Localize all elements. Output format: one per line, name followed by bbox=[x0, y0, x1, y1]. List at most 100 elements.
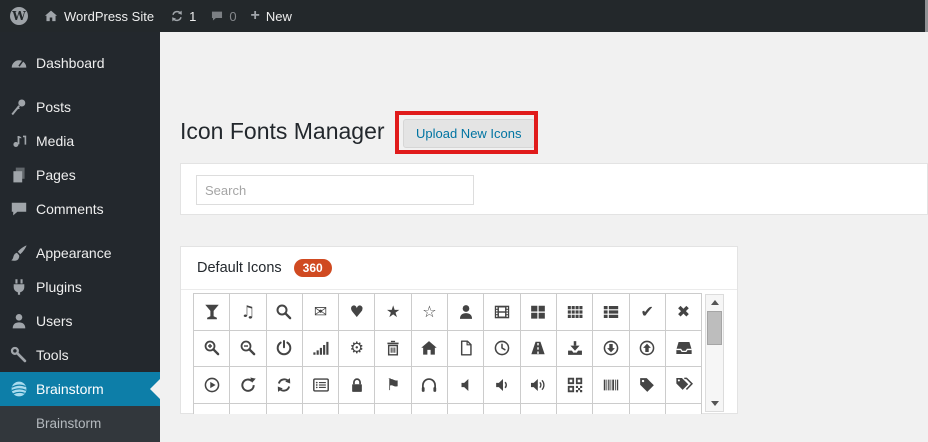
icon-cell-road[interactable] bbox=[520, 330, 557, 368]
icon-cell-film[interactable] bbox=[484, 294, 521, 331]
icon-cell-rotate-right[interactable] bbox=[230, 367, 267, 404]
icon-cell-clipped[interactable] bbox=[375, 403, 412, 414]
zoom-in-icon bbox=[203, 339, 221, 357]
icons-scrollbar[interactable] bbox=[705, 294, 724, 412]
sidebar-item-media[interactable]: Media bbox=[0, 124, 160, 158]
icon-cell-tags[interactable] bbox=[665, 367, 702, 404]
signal-bars-icon bbox=[312, 339, 330, 357]
envelope-icon: ✉ bbox=[313, 301, 328, 321]
admin-bar-site-link[interactable]: WordPress Site bbox=[44, 9, 154, 24]
icon-cell-search[interactable] bbox=[266, 294, 303, 331]
icon-cell-music-note[interactable]: ♫ bbox=[230, 294, 267, 331]
icon-cell-zoom-out[interactable] bbox=[230, 330, 267, 368]
icon-cell-gear[interactable]: ⚙ bbox=[339, 330, 376, 368]
icon-cell-clipped[interactable] bbox=[194, 403, 231, 414]
media-note-icon bbox=[9, 131, 29, 151]
icon-cell-clipped[interactable] bbox=[484, 403, 521, 414]
scroll-up-arrow[interactable] bbox=[710, 300, 719, 305]
sidebar-item-appearance[interactable]: Appearance bbox=[0, 236, 160, 270]
sidebar-item-comments[interactable]: Comments bbox=[0, 192, 160, 226]
icon-cell-clipped[interactable] bbox=[556, 403, 594, 414]
icon-cell-clock[interactable] bbox=[484, 330, 521, 368]
icon-cell-volume-low[interactable] bbox=[484, 367, 521, 404]
volume-high-icon bbox=[529, 376, 547, 394]
icon-count-badge: 360 bbox=[293, 259, 332, 277]
icon-cell-file[interactable] bbox=[448, 330, 485, 368]
brainstorm-swirl-icon bbox=[9, 379, 29, 399]
icon-cell-qr-code[interactable] bbox=[556, 367, 594, 404]
icon-cell-martini-glass[interactable] bbox=[194, 294, 231, 331]
sidebar-item-dashboard[interactable]: Dashboard bbox=[0, 46, 160, 80]
search-input[interactable] bbox=[196, 175, 474, 205]
volume-low-icon bbox=[493, 376, 511, 394]
road-icon bbox=[529, 339, 547, 357]
icon-cell-inbox[interactable] bbox=[665, 330, 702, 368]
icon-cell-star-filled[interactable]: ★ bbox=[375, 294, 412, 331]
icon-cell-clipped[interactable] bbox=[520, 403, 557, 414]
sidebar-item-tools[interactable]: Tools bbox=[0, 338, 160, 372]
comment-count: 0 bbox=[229, 8, 237, 24]
play-circle-icon bbox=[203, 376, 221, 394]
icon-cell-clipped[interactable] bbox=[448, 403, 485, 414]
sidebar-item-posts[interactable]: Posts bbox=[0, 90, 160, 124]
icon-cell-zoom-in[interactable] bbox=[194, 330, 231, 368]
icon-cell-clipped[interactable] bbox=[339, 403, 376, 414]
icon-cell-arrow-circle-up[interactable] bbox=[629, 330, 666, 368]
grid-small-icon bbox=[566, 303, 584, 321]
icon-cell-close[interactable]: ✖ bbox=[665, 294, 702, 331]
sidebar-item-label: Posts bbox=[36, 99, 72, 115]
icon-cell-heart[interactable]: ♥ bbox=[339, 294, 376, 331]
icon-cell-trash[interactable] bbox=[375, 330, 412, 368]
admin-bar-updates[interactable]: 1 bbox=[170, 9, 196, 24]
icon-cell-list-alt[interactable] bbox=[302, 367, 340, 404]
icon-cell-star-outline[interactable]: ☆ bbox=[411, 294, 449, 331]
home-icon bbox=[44, 9, 58, 23]
scroll-thumb[interactable] bbox=[707, 311, 722, 345]
scroll-down-arrow[interactable] bbox=[710, 401, 719, 406]
icon-cell-check[interactable]: ✔ bbox=[629, 294, 666, 331]
inbox-icon bbox=[675, 339, 693, 357]
icon-cell-clipped[interactable] bbox=[665, 403, 702, 414]
clock-icon bbox=[493, 339, 511, 357]
icon-cell-clipped[interactable] bbox=[302, 403, 340, 414]
wrench-icon bbox=[9, 345, 29, 365]
icon-cell-home[interactable] bbox=[411, 330, 449, 368]
icon-cell-signal-bars[interactable] bbox=[302, 330, 340, 368]
icon-cell-lock[interactable] bbox=[339, 367, 376, 404]
sidebar-item-plugins[interactable]: Plugins bbox=[0, 270, 160, 304]
icon-cell-clipped[interactable] bbox=[593, 403, 630, 414]
icon-cell-flag[interactable]: ⚑ bbox=[375, 367, 412, 404]
plus-icon: + bbox=[250, 7, 260, 24]
icon-cell-barcode[interactable] bbox=[593, 367, 630, 404]
sidebar-item-pages[interactable]: Pages bbox=[0, 158, 160, 192]
wordpress-logo-icon[interactable]: W bbox=[10, 7, 28, 25]
icon-cell-power[interactable] bbox=[266, 330, 303, 368]
download-icon bbox=[566, 339, 584, 357]
close-icon: ✖ bbox=[676, 301, 691, 321]
admin-bar-comments[interactable]: 0 bbox=[210, 8, 237, 24]
icon-cell-volume-mute[interactable] bbox=[448, 367, 485, 404]
sidebar-subitem-brainstorm-sub[interactable]: Brainstorm bbox=[36, 416, 160, 431]
icon-cell-clipped[interactable] bbox=[629, 403, 666, 414]
icon-cell-clipped[interactable] bbox=[411, 403, 449, 414]
sidebar-item-users[interactable]: Users bbox=[0, 304, 160, 338]
icon-cell-clipped[interactable] bbox=[230, 403, 267, 414]
lock-icon bbox=[348, 376, 366, 394]
user-icon bbox=[9, 311, 29, 331]
icon-cell-user[interactable] bbox=[448, 294, 485, 331]
icon-cell-clipped[interactable] bbox=[266, 403, 303, 414]
icon-cell-list-grid[interactable] bbox=[593, 294, 630, 331]
icon-cell-tag[interactable] bbox=[629, 367, 666, 404]
icon-cell-download[interactable] bbox=[556, 330, 594, 368]
icon-cell-arrow-circle-down[interactable] bbox=[593, 330, 630, 368]
sidebar-submenu: Brainstorm bbox=[0, 406, 160, 442]
icon-cell-envelope[interactable]: ✉ bbox=[302, 294, 340, 331]
icon-cell-grid-small[interactable] bbox=[556, 294, 594, 331]
icon-cell-headphones[interactable] bbox=[411, 367, 449, 404]
admin-bar-new-button[interactable]: + New bbox=[251, 8, 292, 24]
icon-cell-grid-large[interactable] bbox=[520, 294, 557, 331]
icon-cell-play-circle[interactable] bbox=[194, 367, 231, 404]
sidebar-item-brainstorm[interactable]: Brainstorm bbox=[0, 372, 160, 406]
icon-cell-refresh[interactable] bbox=[266, 367, 303, 404]
icon-cell-volume-high[interactable] bbox=[520, 367, 557, 404]
